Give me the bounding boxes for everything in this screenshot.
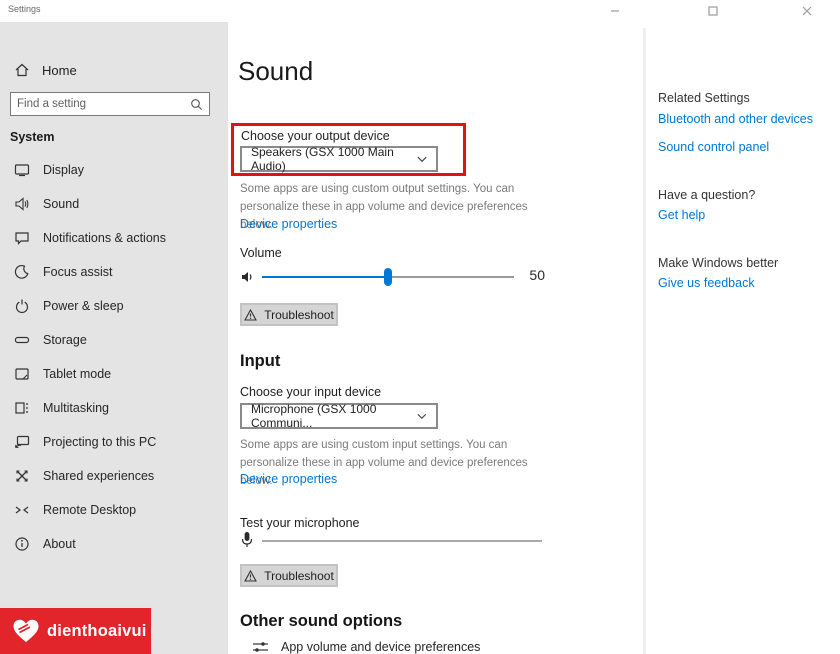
sidebar-item-label: Projecting to this PC (43, 435, 156, 449)
chevron-down-icon (417, 156, 427, 163)
remote-desktop-icon (14, 502, 30, 518)
sidebar: Home System Display Sound Notifications … (0, 22, 228, 654)
search-input[interactable] (11, 98, 190, 110)
sidebar-item-label: Focus assist (43, 265, 112, 279)
microphone-icon (240, 531, 254, 549)
volume-slider-thumb[interactable] (384, 268, 392, 286)
volume-slider-fill (262, 276, 388, 278)
storage-icon (14, 332, 30, 348)
bluetooth-devices-link[interactable]: Bluetooth and other devices (658, 112, 813, 126)
output-device-label: Choose your output device (241, 129, 390, 143)
search-icon (190, 98, 203, 111)
related-settings-title: Related Settings (658, 91, 750, 105)
volume-slider-row: 50 (240, 266, 545, 288)
make-windows-better-title: Make Windows better (658, 256, 778, 270)
get-help-link[interactable]: Get help (658, 208, 705, 222)
sidebar-item-label: Storage (43, 333, 87, 347)
troubleshoot-label: Troubleshoot (264, 308, 334, 322)
input-device-dropdown[interactable]: Microphone (GSX 1000 Communi... (240, 403, 438, 429)
sidebar-item-tablet-mode[interactable]: Tablet mode (0, 359, 228, 389)
test-microphone-label: Test your microphone (240, 516, 360, 530)
minimize-icon (610, 6, 620, 16)
about-icon (14, 536, 30, 552)
output-device-value: Speakers (GSX 1000 Main Audio) (251, 145, 417, 173)
chevron-down-icon (417, 413, 427, 420)
minimize-button[interactable] (598, 0, 632, 22)
sidebar-item-sound[interactable]: Sound (0, 189, 228, 219)
window-title: Settings (8, 4, 41, 14)
sidebar-item-label: Multitasking (43, 401, 109, 415)
sidebar-item-shared-experiences[interactable]: Shared experiences (0, 461, 228, 491)
sidebar-item-storage[interactable]: Storage (0, 325, 228, 355)
sidebar-item-label: Shared experiences (43, 469, 154, 483)
sound-control-panel-link[interactable]: Sound control panel (658, 140, 769, 154)
sidebar-item-home[interactable]: Home (14, 62, 77, 78)
warning-icon (244, 309, 257, 321)
sidebar-item-label: Tablet mode (43, 367, 111, 381)
badge-label: dienthoaivui (47, 622, 147, 641)
output-device-dropdown[interactable]: Speakers (GSX 1000 Main Audio) (240, 146, 438, 172)
microphone-level-bar (262, 540, 542, 542)
volume-slider-track[interactable] (262, 276, 514, 278)
display-icon (14, 162, 30, 178)
troubleshoot-button-input[interactable]: Troubleshoot (240, 564, 338, 587)
sidebar-item-label: Display (43, 163, 84, 177)
warning-icon (244, 570, 257, 582)
volume-label: Volume (240, 246, 282, 260)
other-sound-options-title: Other sound options (240, 612, 402, 631)
titlebar: Settings (0, 0, 840, 22)
sidebar-item-label: Power & sleep (43, 299, 124, 313)
sidebar-item-about[interactable]: About (0, 529, 228, 559)
power-icon (14, 298, 30, 314)
close-icon (802, 6, 812, 16)
sidebar-item-multitasking[interactable]: Multitasking (0, 393, 228, 423)
scrollbar[interactable] (643, 28, 646, 654)
sidebar-section-system: System (10, 130, 54, 144)
input-device-properties-link[interactable]: Device properties (240, 472, 337, 486)
multitasking-icon (14, 400, 30, 416)
sidebar-item-label: Notifications & actions (43, 231, 166, 245)
input-device-label: Choose your input device (240, 385, 381, 399)
sound-icon (14, 196, 30, 212)
sidebar-home-label: Home (42, 63, 77, 78)
sidebar-item-power-sleep[interactable]: Power & sleep (0, 291, 228, 321)
sidebar-item-display[interactable]: Display (0, 155, 228, 185)
speaker-icon (240, 269, 256, 285)
sidebar-item-label: Sound (43, 197, 79, 211)
maximize-icon (708, 6, 718, 16)
volume-value: 50 (529, 267, 545, 283)
input-section-title: Input (240, 352, 280, 371)
sidebar-item-label: About (43, 537, 76, 551)
give-us-feedback-link[interactable]: Give us feedback (658, 276, 755, 290)
shared-icon (14, 468, 30, 484)
focus-assist-icon (14, 264, 30, 280)
troubleshoot-label: Troubleshoot (264, 569, 334, 583)
sidebar-item-remote-desktop[interactable]: Remote Desktop (0, 495, 228, 525)
output-device-properties-link[interactable]: Device properties (240, 217, 337, 231)
heart-hands-icon (10, 615, 42, 647)
maximize-button[interactable] (696, 0, 730, 22)
search-box[interactable] (10, 92, 210, 116)
microphone-test-row (240, 531, 542, 551)
projecting-icon (14, 434, 30, 450)
have-a-question-title: Have a question? (658, 188, 755, 202)
input-device-value: Microphone (GSX 1000 Communi... (251, 402, 417, 430)
sidebar-item-projecting[interactable]: Projecting to this PC (0, 427, 228, 457)
close-button[interactable] (790, 0, 824, 22)
troubleshoot-button-output[interactable]: Troubleshoot (240, 303, 338, 326)
mixer-icon (252, 640, 269, 654)
dienthoaivui-badge: dienthoaivui (0, 608, 151, 654)
sidebar-item-notifications[interactable]: Notifications & actions (0, 223, 228, 253)
sidebar-item-label: Remote Desktop (43, 503, 136, 517)
tablet-icon (14, 366, 30, 382)
app-volume-preferences-link[interactable]: App volume and device preferences (252, 640, 480, 654)
settings-window: Settings Home System Display Sound (0, 0, 840, 654)
page-title: Sound (238, 56, 313, 87)
sidebar-item-focus-assist[interactable]: Focus assist (0, 257, 228, 287)
notifications-icon (14, 230, 30, 246)
home-icon (14, 62, 30, 78)
app-volume-label: App volume and device preferences (281, 640, 480, 654)
